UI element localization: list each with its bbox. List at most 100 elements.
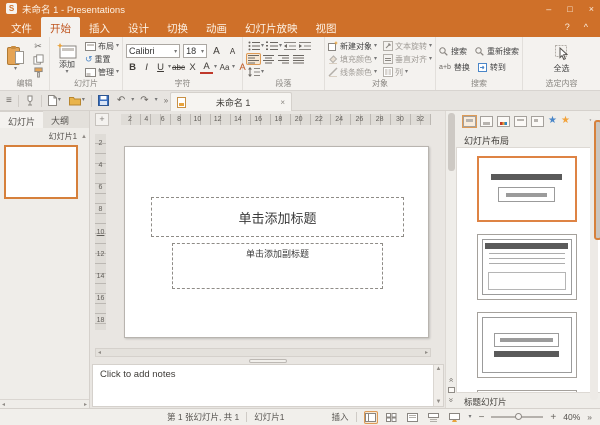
more-commands-button[interactable]: » [162, 93, 170, 109]
ruler-origin-button[interactable]: + [95, 113, 109, 126]
scrollbar-thumb[interactable] [448, 113, 455, 171]
menu-tab-设计[interactable]: 设计 [119, 17, 158, 37]
align-right-button[interactable] [276, 53, 291, 65]
left-panel-tab-大纲[interactable]: 大纲 [43, 111, 77, 128]
scroll-right-icon[interactable]: ▸ [84, 401, 87, 408]
insert-mode[interactable]: 插入 [332, 411, 349, 423]
format-painter-button[interactable] [30, 66, 46, 78]
design-pane-button[interactable] [480, 116, 493, 127]
minimize-button[interactable]: – [546, 4, 551, 14]
previous-slide-button[interactable]: « [447, 378, 455, 382]
line-color-button[interactable]: 线条颜色▾ [328, 66, 377, 78]
copy-button[interactable] [30, 53, 46, 65]
subtitle-placeholder[interactable]: 单击添加副标题 [172, 243, 383, 289]
notes-scrollbar[interactable]: ▲ ▼ [433, 365, 443, 406]
canvas-hscrollbar[interactable]: ◂ ▸ [95, 348, 431, 357]
font-family-select[interactable]: Calibri ▾ [126, 44, 180, 58]
scroll-up-icon[interactable]: ▲ [81, 134, 87, 140]
align-center-button[interactable] [261, 53, 276, 65]
font-color-button[interactable]: A [200, 61, 213, 74]
numbered-list-button[interactable] [264, 40, 279, 52]
close-tab-button[interactable]: × [280, 98, 285, 107]
justify-button[interactable] [291, 53, 306, 65]
font-size-select[interactable]: 18 ▾ [183, 44, 207, 58]
replace-button[interactable]: a+b 替换 [439, 61, 470, 74]
bold-button[interactable]: B [126, 61, 139, 74]
layout-pane-button[interactable] [463, 116, 476, 127]
left-panel-hscrollbar[interactable]: ◂ ▸ [0, 399, 89, 408]
menu-tab-动画[interactable]: 动画 [197, 17, 236, 37]
splitter-handle-icon[interactable] [249, 359, 287, 363]
underline-button[interactable]: U [154, 61, 167, 74]
cut-button[interactable]: ✂ [30, 40, 46, 52]
scroll-right-icon[interactable]: ▸ [425, 349, 428, 356]
title-placeholder[interactable]: 单击添加标题 [151, 197, 404, 237]
menu-tab-文件[interactable]: 文件 [2, 17, 41, 37]
decrease-indent-button[interactable] [282, 40, 297, 52]
animation-pane-button[interactable] [514, 116, 527, 127]
vertical-align-button[interactable]: 垂直对齐▾ [383, 53, 432, 65]
scrollbar-thumb[interactable] [594, 120, 600, 240]
scroll-left-icon[interactable]: ◂ [2, 401, 5, 408]
select-all-button[interactable]: 全选 [546, 45, 578, 74]
normal-view-button[interactable] [364, 411, 378, 424]
reset-slide-button[interactable]: ↺ 重置 [85, 53, 119, 65]
collapse-ribbon-button[interactable]: ^ [584, 22, 588, 32]
left-panel-tab-幻灯片[interactable]: 幻灯片 [0, 111, 43, 128]
layout-card-section[interactable] [477, 312, 577, 378]
text-rotate-button[interactable]: 文本旋转▾ [383, 40, 432, 52]
align-left-button[interactable] [246, 53, 261, 65]
new-file-button[interactable]: ▾ [46, 93, 63, 109]
redo-button[interactable]: ↷ [138, 93, 150, 109]
transition-pane-button[interactable] [531, 116, 544, 127]
add-slide-button[interactable]: 添加 ▾ [53, 40, 81, 78]
layout-card-content[interactable] [477, 234, 577, 300]
columns-button[interactable]: 列▾ [383, 66, 432, 78]
increase-font-button[interactable]: A [210, 45, 223, 58]
slide-editor[interactable]: 单击添加标题 单击添加副标题 [124, 146, 429, 338]
menu-tab-开始[interactable]: 开始 [41, 17, 80, 37]
new-object-button[interactable]: 新建对象▾ [328, 40, 377, 52]
menu-tab-视图[interactable]: 视图 [307, 17, 346, 37]
open-file-button[interactable]: ▾ [67, 93, 87, 109]
canvas-vscrollbar[interactable]: « « [445, 111, 456, 408]
slideshow-button[interactable] [448, 411, 462, 424]
notes-pane[interactable]: Click to add notes ▲ ▼ [92, 364, 444, 407]
scroll-up-icon[interactable]: ▲ [436, 366, 442, 372]
slide-sorter-view-button[interactable] [385, 411, 399, 424]
fill-color-button[interactable]: 填充颜色▾ [328, 53, 377, 65]
layout-list-scrollbar[interactable] [590, 119, 598, 400]
document-tab[interactable]: 未命名 1 × [170, 92, 292, 111]
scroll-down-icon[interactable]: ▼ [436, 399, 442, 405]
zoom-slider-knob[interactable] [515, 413, 522, 420]
italic-button[interactable]: I [140, 61, 153, 74]
star-blue-icon[interactable]: ★ [548, 116, 557, 126]
bullet-list-button[interactable] [246, 40, 261, 52]
color-scheme-pane-button[interactable] [497, 116, 510, 127]
menu-tab-幻灯片放映[interactable]: 幻灯片放映 [236, 17, 307, 37]
browse-object-button[interactable] [448, 387, 455, 393]
decrease-font-button[interactable]: A [226, 45, 239, 58]
close-button[interactable]: × [589, 4, 594, 14]
save-button[interactable] [96, 93, 111, 109]
scroll-left-icon[interactable]: ◂ [98, 349, 101, 356]
notes-view-button[interactable] [427, 411, 441, 424]
undo-button[interactable]: ↶ [115, 93, 127, 109]
zoom-slider[interactable] [491, 416, 543, 418]
zoom-out-button[interactable]: − [479, 412, 485, 423]
case-button[interactable]: X [186, 61, 199, 74]
layout-button[interactable]: 布局▾ [85, 40, 119, 52]
menu-tab-插入[interactable]: 插入 [80, 17, 119, 37]
layout-card-two-content[interactable] [477, 390, 577, 392]
reading-view-button[interactable] [406, 411, 420, 424]
hand-tool-button[interactable] [23, 93, 37, 109]
fit-to-window-button[interactable]: » [587, 412, 592, 422]
notes-splitter[interactable] [90, 357, 445, 364]
character-spacing-button[interactable]: Aa [218, 61, 231, 74]
goto-button[interactable]: 转到 [478, 61, 506, 74]
line-spacing-button[interactable] [246, 66, 261, 78]
strikethrough-button[interactable]: abc [172, 61, 185, 74]
research-button[interactable]: 重新搜索 [475, 45, 519, 58]
menu-tab-切换[interactable]: 切换 [158, 17, 197, 37]
manage-slides-button[interactable]: 管理▾ [85, 66, 119, 78]
